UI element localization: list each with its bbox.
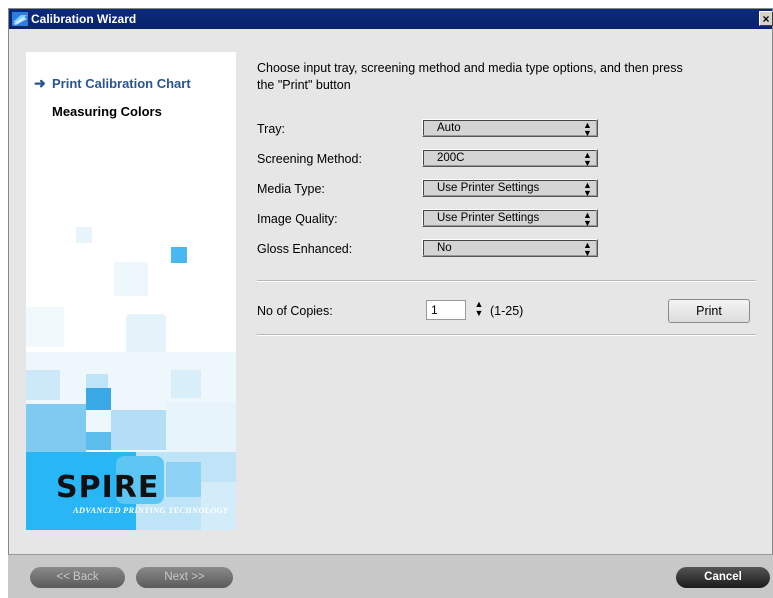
tray-value: Auto xyxy=(437,122,461,134)
spinner-icon: ▲ ▼ xyxy=(583,180,592,198)
spinner-icon: ▲ ▼ xyxy=(583,210,592,228)
decor-square xyxy=(166,462,201,497)
decor-square xyxy=(126,314,166,354)
copies-stepper-icon[interactable]: ▲ ▼ xyxy=(474,300,484,320)
wizard-steps-panel: ➜ Print Calibration Chart Measuring Color… xyxy=(26,52,236,530)
spire-logo: SPIRE xyxy=(56,470,160,505)
spinner-icon: ▲ ▼ xyxy=(583,240,592,258)
gloss-enhanced-value: No xyxy=(437,242,452,254)
tray-select[interactable]: Auto ▲ ▼ xyxy=(422,119,598,138)
gloss-enhanced-select[interactable]: No ▲ ▼ xyxy=(422,239,598,258)
spinner-icon: ▲ ▼ xyxy=(583,150,592,168)
image-quality-select[interactable]: Use Printer Settings ▲ ▼ xyxy=(422,209,598,228)
print-button[interactable]: Print xyxy=(668,299,750,323)
step-label: Print Calibration Chart xyxy=(52,76,191,91)
next-button[interactable]: Next >> xyxy=(136,567,233,588)
back-button[interactable]: << Back xyxy=(30,567,125,588)
title-bar[interactable]: Calibration Wizard × xyxy=(9,9,773,29)
spinner-icon: ▲ ▼ xyxy=(583,120,592,138)
decor-square xyxy=(86,432,111,450)
image-quality-value: Use Printer Settings xyxy=(437,212,540,224)
decor-square xyxy=(111,410,166,450)
media-type-select[interactable]: Use Printer Settings ▲ ▼ xyxy=(422,179,598,198)
screening-method-select[interactable]: 200C ▲ ▼ xyxy=(422,149,598,168)
divider xyxy=(257,334,756,336)
decor-square xyxy=(114,262,148,296)
copies-label: No of Copies: xyxy=(257,304,333,318)
divider xyxy=(257,280,756,282)
step-print-calibration-chart: ➜ Print Calibration Chart xyxy=(34,75,191,92)
decor-square xyxy=(166,402,236,452)
copies-range: (1-25) xyxy=(490,304,524,318)
close-icon[interactable]: × xyxy=(759,11,773,26)
gloss-enhanced-label: Gloss Enhanced: xyxy=(257,242,353,256)
step-measuring-colors: Measuring Colors xyxy=(52,104,162,119)
app-icon xyxy=(12,12,28,26)
current-step-arrow-icon: ➜ xyxy=(34,75,46,91)
wizard-button-bar: << Back Next >> Cancel xyxy=(8,554,773,598)
decor-square xyxy=(86,388,111,410)
screening-method-value: 200C xyxy=(437,152,465,164)
media-type-value: Use Printer Settings xyxy=(437,182,540,194)
copies-input[interactable]: 1 xyxy=(426,300,466,320)
decor-square xyxy=(26,370,60,400)
logo-tagline: ADVANCED PRINTING TECHNOLOGY xyxy=(73,505,229,515)
image-quality-label: Image Quality: xyxy=(257,212,338,226)
decor-square xyxy=(76,227,92,243)
screening-method-label: Screening Method: xyxy=(257,152,362,166)
media-type-label: Media Type: xyxy=(257,182,325,196)
decor-square xyxy=(171,370,201,398)
window-title: Calibration Wizard xyxy=(31,12,137,26)
tray-label: Tray: xyxy=(257,122,286,136)
decor-square xyxy=(171,247,187,263)
decor-square xyxy=(26,307,64,347)
cancel-button[interactable]: Cancel xyxy=(676,567,770,588)
instructions-text: Choose input tray, screening method and … xyxy=(257,61,683,92)
decor-square xyxy=(26,404,86,452)
